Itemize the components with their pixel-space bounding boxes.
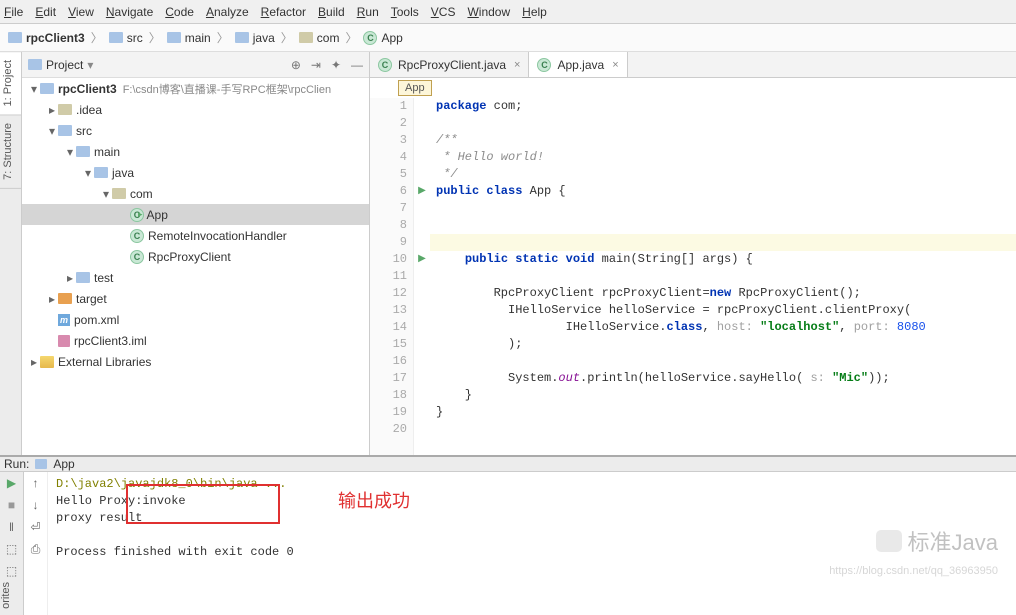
tree-item-test[interactable]: test xyxy=(22,267,369,288)
tree-item-remoteinvocationhandler[interactable]: CRemoteInvocationHandler xyxy=(22,225,369,246)
sidebar-tab-favorites[interactable]: orites xyxy=(0,582,23,615)
sidebar-tab-structure[interactable]: 7: Structure xyxy=(0,115,21,189)
up-icon[interactable]: ↑ xyxy=(24,472,47,494)
close-icon[interactable]: × xyxy=(612,59,618,71)
tree-item-com[interactable]: com xyxy=(22,183,369,204)
run-panel-header: Run: App xyxy=(0,457,1016,472)
console-output[interactable]: 输出成功 D:\java2\javajdk8_0\bin\java ...Hel… xyxy=(48,472,1016,615)
project-panel-header: Project ▾ ⊕ ⇥ ✦ — xyxy=(22,52,369,78)
tree-item-external-libraries[interactable]: External Libraries xyxy=(22,351,369,372)
sidebar-tab-project[interactable]: 1: Project xyxy=(0,52,21,115)
tree-item-pom-xml[interactable]: mpom.xml xyxy=(22,309,369,330)
run-toolbar-left: ▶ ■ ‖ ⬚ ⬚ orites xyxy=(0,472,24,615)
breadcrumb-com[interactable]: com xyxy=(297,31,342,45)
editor-tabs: CRpcProxyClient.java×CApp.java× xyxy=(370,52,1016,78)
hide-icon[interactable]: — xyxy=(351,58,363,72)
tree-item-rpcproxyclient[interactable]: CRpcProxyClient xyxy=(22,246,369,267)
dump-icon[interactable]: ⬚ xyxy=(0,560,23,582)
menu-refactor[interactable]: Refactor xyxy=(261,5,306,19)
menu-view[interactable]: View xyxy=(68,5,94,19)
tree-item-rpcclient3-iml[interactable]: rpcClient3.iml xyxy=(22,330,369,351)
run-config-name: App xyxy=(53,457,74,471)
watermark: 标准Java xyxy=(876,525,998,557)
tab-rpcproxyclient-java[interactable]: CRpcProxyClient.java× xyxy=(370,52,529,77)
menu-edit[interactable]: Edit xyxy=(35,5,56,19)
pause-icon[interactable]: ‖ xyxy=(0,516,23,538)
menu-window[interactable]: Window xyxy=(467,5,510,19)
gear-icon[interactable]: ✦ xyxy=(331,58,341,72)
tree-item-rpcclient3[interactable]: rpcClient3F:\csdn博客\直播课-手写RPC框架\rpcClien xyxy=(22,78,369,99)
breadcrumb-app[interactable]: CApp xyxy=(361,31,404,45)
run-toolbar-right: ↑ ↓ ⏎ ⎙ xyxy=(24,472,48,615)
target-icon[interactable]: ⊕ xyxy=(291,58,301,72)
collapse-icon[interactable]: ⇥ xyxy=(311,58,321,72)
console-line xyxy=(56,527,1008,544)
stop-icon[interactable]: ■ xyxy=(0,494,23,516)
menu-run[interactable]: Run xyxy=(357,5,379,19)
tree-item--idea[interactable]: .idea xyxy=(22,99,369,120)
code-lines[interactable]: package com;/** * Hello world! */public … xyxy=(430,98,1016,455)
annotation-text: 输出成功 xyxy=(338,487,410,513)
run-body: ▶ ■ ‖ ⬚ ⬚ orites ↑ ↓ ⏎ ⎙ 输出成功 D:\java2\j… xyxy=(0,472,1016,615)
run-config-icon xyxy=(35,459,47,469)
console-line: Process finished with exit code 0 xyxy=(56,544,1008,561)
tree-item-target[interactable]: target xyxy=(22,288,369,309)
breadcrumb-rpcclient3[interactable]: rpcClient3 xyxy=(6,31,87,45)
menubar: File Edit View Navigate Code Analyze Refactor B… xyxy=(0,0,1016,24)
project-icon xyxy=(28,59,42,70)
watermark-url: https://blog.csdn.net/qq_36963950 xyxy=(829,565,998,577)
editor-area: CRpcProxyClient.java×CApp.java× App 1234… xyxy=(370,52,1016,455)
tree-item-src[interactable]: src xyxy=(22,120,369,141)
run-header-label: Run: xyxy=(4,457,29,471)
editor-breadcrumb: App xyxy=(370,78,1016,98)
run-gutter-icon[interactable]: ▶ xyxy=(414,251,430,268)
rerun-icon[interactable]: ▶ xyxy=(0,472,23,494)
exit-icon[interactable]: ⬚ xyxy=(0,538,23,560)
left-sidebar-tabs: 1: Project 7: Structure xyxy=(0,52,22,455)
menu-help[interactable]: Help xyxy=(522,5,547,19)
console-line: Hello Proxy:invoke xyxy=(56,493,1008,510)
watermark-text: 标准Java xyxy=(908,525,998,557)
menu-code[interactable]: Code xyxy=(165,5,194,19)
tree-item-app[interactable]: C▸App xyxy=(22,204,369,225)
wrap-icon[interactable]: ⏎ xyxy=(24,516,47,538)
editor-breadcrumb-item[interactable]: App xyxy=(398,80,432,96)
navbar: rpcClient3〉src〉main〉java〉com〉CApp xyxy=(0,24,1016,52)
project-panel-title: Project xyxy=(46,58,83,72)
menu-tools[interactable]: Tools xyxy=(391,5,419,19)
tab-app-java[interactable]: CApp.java× xyxy=(529,52,627,77)
console-line: proxy result xyxy=(56,510,1008,527)
breadcrumb-java[interactable]: java xyxy=(233,31,277,45)
wechat-icon xyxy=(876,530,902,552)
project-panel: Project ▾ ⊕ ⇥ ✦ — rpcClient3F:\csdn博客\直播… xyxy=(22,52,370,455)
dropdown-icon[interactable]: ▾ xyxy=(87,58,93,72)
main-area: 1: Project 7: Structure Project ▾ ⊕ ⇥ ✦ … xyxy=(0,52,1016,455)
menu-file[interactable]: File xyxy=(4,5,23,19)
breadcrumb-src[interactable]: src xyxy=(107,31,145,45)
menu-navigate[interactable]: Navigate xyxy=(106,5,153,19)
menu-build[interactable]: Build xyxy=(318,5,345,19)
close-icon[interactable]: × xyxy=(514,59,520,71)
run-gutter-icon[interactable]: ▶ xyxy=(414,183,430,200)
breadcrumb-main[interactable]: main xyxy=(165,31,213,45)
tree-item-main[interactable]: main xyxy=(22,141,369,162)
editor-content[interactable]: 1234567891011121314151617181920 ▶▶ packa… xyxy=(370,98,1016,455)
console-line: D:\java2\javajdk8_0\bin\java ... xyxy=(56,476,1008,493)
down-icon[interactable]: ↓ xyxy=(24,494,47,516)
run-gutter: ▶▶ xyxy=(414,98,430,455)
line-gutter: 1234567891011121314151617181920 xyxy=(370,98,414,455)
menu-analyze[interactable]: Analyze xyxy=(206,5,249,19)
menu-vcs[interactable]: VCS xyxy=(431,5,456,19)
print-icon[interactable]: ⎙ xyxy=(24,538,47,560)
project-tree: rpcClient3F:\csdn博客\直播课-手写RPC框架\rpcClien… xyxy=(22,78,369,372)
tree-item-java[interactable]: java xyxy=(22,162,369,183)
